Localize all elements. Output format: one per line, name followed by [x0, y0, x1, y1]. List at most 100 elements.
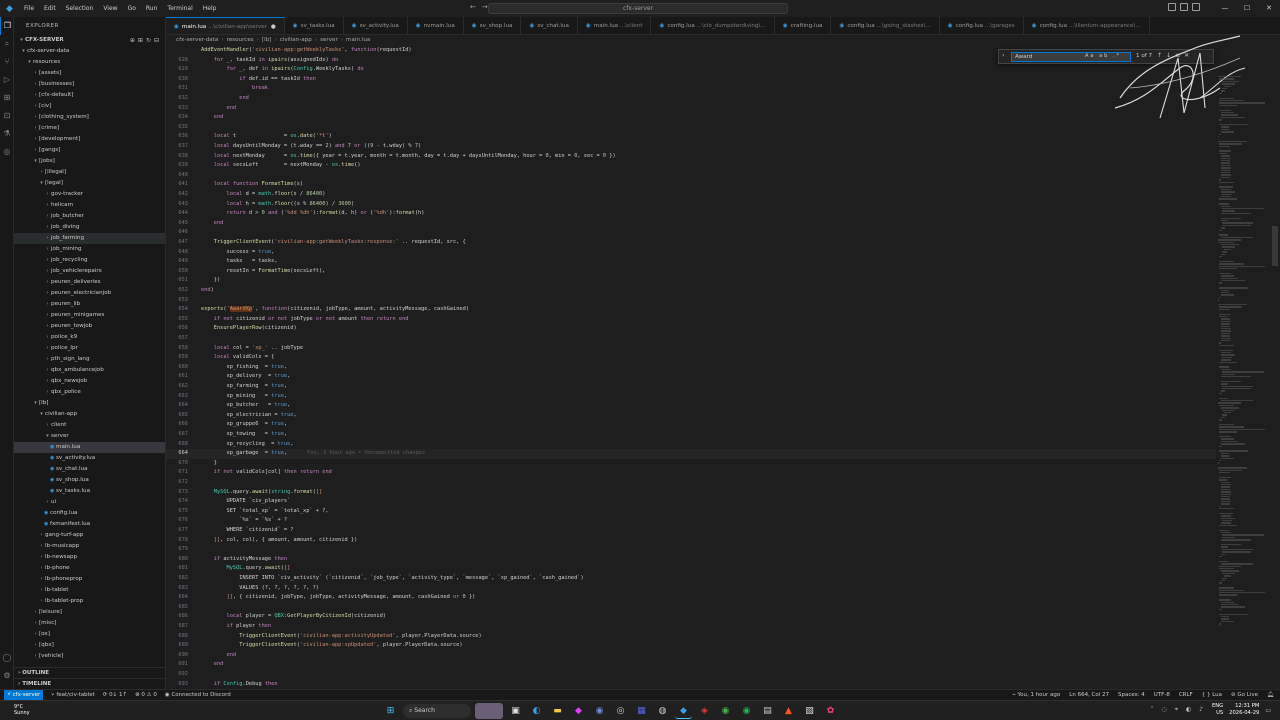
task-view-icon[interactable]: ▣ — [507, 703, 524, 719]
folder-item[interactable]: ▾ server — [14, 431, 165, 442]
folder-item[interactable]: › [crime] — [14, 123, 165, 134]
folder-item[interactable]: › client — [14, 420, 165, 431]
search-icon[interactable]: ⌕ — [0, 35, 14, 53]
encoding[interactable]: UTF-8 — [1154, 690, 1170, 700]
code-line[interactable]: 674 UPDATE `civ_players` — [166, 497, 1216, 507]
folder-item[interactable]: › lb-newsapp — [14, 552, 165, 563]
folder-item[interactable]: › gov-tracker — [14, 189, 165, 200]
edge-browser-icon[interactable]: ◐ — [528, 703, 545, 719]
folder-item[interactable]: › ui — [14, 497, 165, 508]
go-live-button[interactable]: ⊚ Go Live — [1231, 690, 1258, 700]
editor-tab[interactable]: ◉ config.lua ...\garages — [940, 17, 1024, 34]
code-line[interactable]: 676 `%s` = `%s` + ? — [166, 516, 1216, 526]
code-line[interactable]: 689 TriggerClientEvent('civilian-app:xpU… — [166, 641, 1216, 651]
code-line[interactable]: 635 — [166, 123, 1216, 133]
code-line[interactable]: 638 local nextMonday = os.time({ year = … — [166, 152, 1216, 162]
code-line[interactable]: 650 resetIn = FormatTime(secsLeft), — [166, 267, 1216, 277]
code-line[interactable]: 630 if def.id == taskId then — [166, 75, 1216, 85]
indentation[interactable]: Spaces: 4 — [1118, 690, 1145, 700]
folder-item[interactable]: › [businesses] — [14, 79, 165, 90]
folder-item[interactable]: › qbx_newsjob — [14, 376, 165, 387]
folder-item[interactable]: › job_butcher — [14, 211, 165, 222]
code-line[interactable]: 659 local validCols = { — [166, 353, 1216, 363]
folder-item[interactable]: › [assets] — [14, 68, 165, 79]
code-line[interactable]: 687 if player then — [166, 622, 1216, 632]
menu-terminal[interactable]: Terminal — [162, 5, 197, 12]
code-line[interactable]: 684 ]], { citizenid, jobType, jobType, a… — [166, 593, 1216, 603]
database-icon[interactable]: ◎ — [0, 143, 14, 161]
menu-help[interactable]: Help — [198, 5, 222, 12]
code-editor[interactable]: AddEventHandler('civilian-app:getWeeklyT… — [166, 46, 1216, 689]
folder-item[interactable]: › [cfx-default] — [14, 90, 165, 101]
folder-item[interactable]: › [leisure] — [14, 607, 165, 618]
toggle-replace-icon[interactable]: › — [1002, 52, 1004, 59]
notification-center-icon[interactable]: ▭ — [1265, 707, 1274, 714]
code-line[interactable]: 657 — [166, 334, 1216, 344]
code-line[interactable]: 683 VALUES (?, ?, ?, ?, ?, ?) — [166, 584, 1216, 594]
chrome-icon[interactable]: ◉ — [717, 703, 734, 719]
folder-item[interactable]: › [qbx] — [14, 640, 165, 651]
app-white-icon[interactable]: ▧ — [801, 703, 818, 719]
clock[interactable]: 12:31 PM 2026-04-29 — [1229, 703, 1259, 717]
code-line[interactable]: 671 if not validCols[col] then return en… — [166, 468, 1216, 478]
code-line[interactable]: 646 — [166, 228, 1216, 238]
code-line[interactable]: 658 local col = 'xp_' .. jobType — [166, 344, 1216, 354]
folder-item[interactable]: › [civ] — [14, 101, 165, 112]
close-window-icon[interactable]: ✕ — [1258, 0, 1280, 17]
folder-item[interactable]: › job_diving — [14, 222, 165, 233]
app-grid-icon[interactable]: ▦ — [633, 703, 650, 719]
folder-item[interactable]: › pth_sign_lang — [14, 354, 165, 365]
breadcrumb-item[interactable]: [lb] — [262, 37, 271, 43]
start-windows-icon[interactable]: ⊞ — [382, 703, 399, 719]
source-control-icon[interactable]: ⑂ — [0, 53, 14, 71]
code-line[interactable]: 637 local daysUntilMonday = (t.wday == 2… — [166, 142, 1216, 152]
code-line[interactable]: 681 MySQL.query.await([[ — [166, 564, 1216, 574]
notifications-bell-icon[interactable]: 🔔︎ — [1267, 690, 1274, 700]
code-line[interactable]: 642 local d = math.floor(s / 86400) — [166, 190, 1216, 200]
outline-section[interactable]: › OUTLINE — [14, 667, 165, 678]
folder-item[interactable]: › gang-turf-app — [14, 530, 165, 541]
cursor-position[interactable]: Ln 664, Col 27 — [1069, 690, 1109, 700]
folder-item[interactable]: › police_lpr — [14, 343, 165, 354]
folder-item[interactable]: › [misc] — [14, 618, 165, 629]
tray-icons[interactable]: ˄ ◌ ⌖ ◐ ♪ — [1151, 706, 1206, 714]
new-folder-icon[interactable]: ⊞ — [138, 37, 143, 44]
file-explorer-icon[interactable]: ▬ — [549, 703, 566, 719]
code-line[interactable]: 640 — [166, 171, 1216, 181]
code-line[interactable]: 682 INSERT INTO `civ_activity` (`citizen… — [166, 574, 1216, 584]
folder-item[interactable]: › [vehicle] — [14, 651, 165, 662]
maximize-icon[interactable]: ☐ — [1236, 0, 1258, 17]
code-line[interactable]: 644 return d > 0 and ('%dd %dh'):format(… — [166, 209, 1216, 219]
editor-tab[interactable]: ◉ nvmain.lua — [408, 17, 464, 34]
command-center-search[interactable]: cfx-server — [488, 3, 788, 14]
code-line[interactable]: 690 end — [166, 651, 1216, 661]
code-line[interactable]: 634 end — [166, 113, 1216, 123]
scrollbar-thumb[interactable] — [1272, 226, 1278, 266]
code-line[interactable]: 664 xp_butcher = true, — [166, 401, 1216, 411]
folder-item[interactable]: › job_vehiclerepairs — [14, 266, 165, 277]
language-mode[interactable]: { } Lua — [1202, 690, 1222, 700]
code-line[interactable]: 656 EnsurePlayerRow(citizenid) — [166, 324, 1216, 334]
git-blame[interactable]: ⌁ You, 1 hour ago — [1012, 690, 1060, 700]
toggle-panel-icon[interactable] — [1180, 3, 1188, 11]
folder-item[interactable]: › [illegal] — [14, 167, 165, 178]
folder-item[interactable]: ▾ civilian-app — [14, 409, 165, 420]
photoshop-icon[interactable]: ◆ — [570, 703, 587, 719]
folder-item[interactable]: › job_mining — [14, 244, 165, 255]
taskbar-search[interactable]: ⌕ Search — [403, 704, 471, 718]
code-line[interactable]: 666 xp_gruppe6 = true, — [166, 420, 1216, 430]
file-item[interactable]: ◉ sv_shop.lua — [14, 475, 165, 486]
account-icon[interactable]: ◯ — [0, 649, 14, 667]
brave-icon[interactable]: ▲ — [780, 703, 797, 719]
discord-app-icon[interactable]: ◉ — [591, 703, 608, 719]
menu-run[interactable]: Run — [141, 5, 163, 12]
code-line[interactable]: 632 end — [166, 94, 1216, 104]
spotify-icon[interactable]: ◉ — [738, 703, 755, 719]
code-line[interactable]: 641 local function FormatTime(s) — [166, 180, 1216, 190]
folder-item[interactable]: › [development] — [14, 134, 165, 145]
folder-item[interactable]: › job_recycling — [14, 255, 165, 266]
explorer-icon[interactable]: ❐ — [0, 17, 14, 35]
code-line[interactable]: 692 — [166, 670, 1216, 680]
folder-item[interactable]: ▾ cfx-server-data — [14, 46, 165, 57]
folder-item[interactable]: › lb-tablet-prop — [14, 596, 165, 607]
